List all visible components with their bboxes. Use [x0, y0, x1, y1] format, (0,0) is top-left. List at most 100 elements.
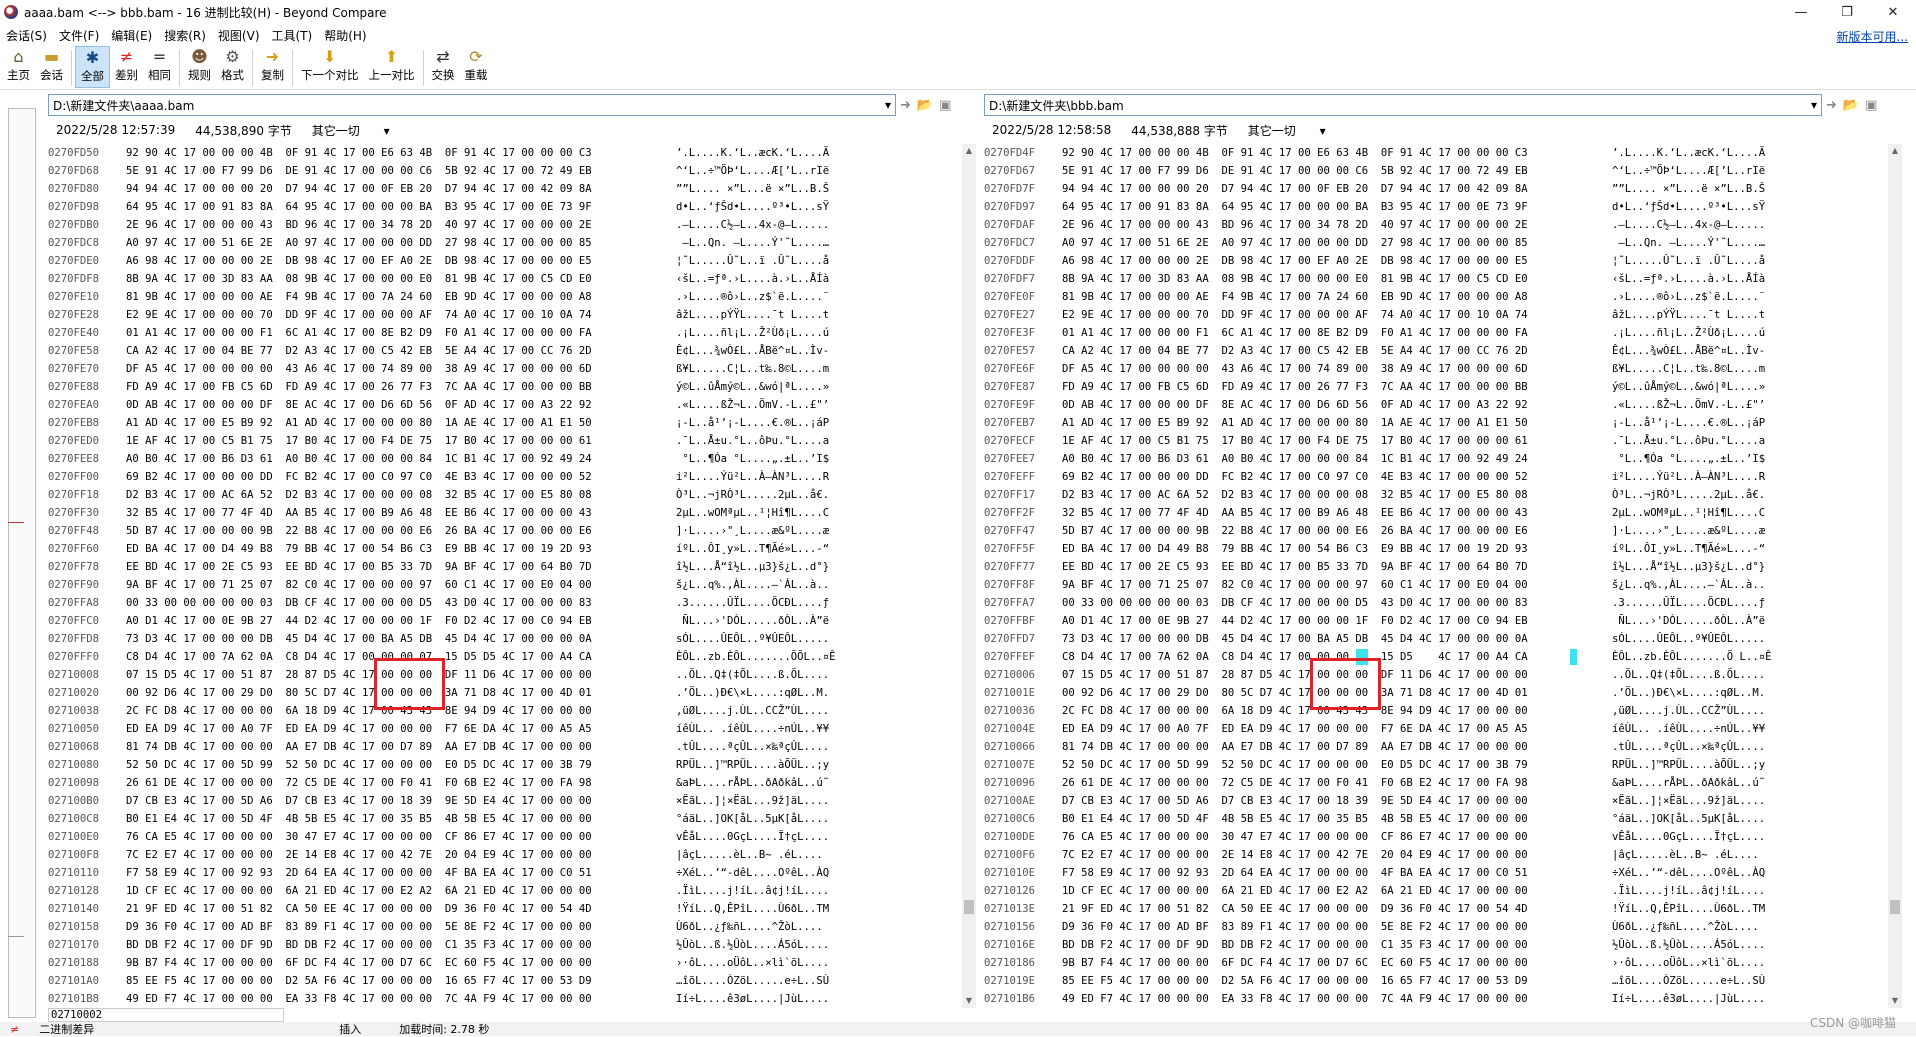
swap-button[interactable]: ⇄ 交换 — [427, 46, 460, 88]
row-ascii: °áäL..]OK[åL..5µK[åL.... — [676, 813, 830, 825]
row-ascii: sÓL....ÛEÔL..º¥ÛEÔL..... — [676, 633, 830, 645]
hex-row: 0270FE27 E2 9E 4C 17 00 00 00 70 DD 9F 4C… — [984, 306, 1888, 324]
row-hex-bytes: 32 B5 4C 17 00 77 4F 4D AA B5 4C 17 00 B… — [1062, 507, 1528, 519]
arrow-right-icon[interactable]: ➜ — [900, 98, 911, 113]
format-button[interactable]: ⚙ 格式 — [216, 46, 249, 88]
next-diff-button[interactable]: ⬇ 下一个对比 — [296, 46, 364, 88]
row-ascii: d•L..‘ƒŠd•L....º³•L...sŸ — [676, 201, 830, 213]
menu-file[interactable]: 文件(F) — [53, 27, 105, 44]
home-button[interactable]: ⌂ 主页 — [2, 46, 35, 88]
hex-row: 0270FEB8 A1 AD 4C 17 00 E5 B9 92 A1 AD 4C… — [48, 414, 962, 432]
close-button[interactable]: ✕ — [1870, 0, 1916, 24]
row-hex-bytes: 94 94 4C 17 00 00 00 20 D7 94 4C 17 00 0… — [126, 183, 592, 195]
folder-open-icon[interactable]: 📂 — [1843, 98, 1859, 113]
reload-button[interactable]: ⟳ 重载 — [460, 46, 493, 88]
right-hex-view[interactable]: 0270FD4F 92 90 4C 17 00 00 00 4B 0F 91 4C… — [984, 144, 1888, 1008]
menu-session[interactable]: 会话(S) — [0, 27, 53, 44]
scroll-down-icon[interactable]: ▼ — [1888, 994, 1902, 1008]
row-hex-bytes: 9A BF 4C 17 00 71 25 07 82 C0 4C 17 00 0… — [126, 579, 592, 591]
overview-bar[interactable] — [8, 108, 36, 1018]
row-offset: 0270FDC7 — [984, 237, 1036, 249]
row-hex-bytes: CA A2 4C 17 00 04 BE 77 D2 A3 4C 17 00 C… — [126, 345, 592, 357]
row-hex-bytes: D7 CB E3 4C 17 00 5D A6 D7 CB E3 4C 17 0… — [1062, 795, 1528, 807]
row-ascii: î½L...Å“î½L..µ3}š¿L..d°} — [1612, 561, 1766, 573]
diff-overview-strip[interactable] — [0, 90, 48, 1020]
hex-row: 0270FDF8 8B 9A 4C 17 00 3D 83 AA 08 9B 4C… — [48, 270, 962, 288]
save-icon[interactable]: ▣ — [1865, 98, 1877, 113]
row-offset: 0270FE27 — [984, 309, 1036, 321]
row-ascii: ..ÕL..Q‡(‡ÕL....ß.ÖL.... — [676, 669, 830, 681]
left-path-input[interactable]: D:\新建文件夹\aaaa.bam ▾ — [48, 94, 896, 116]
right-vertical-scrollbar[interactable]: ▲ ▼ — [1888, 144, 1902, 1008]
row-hex-bytes: A0 97 4C 17 00 51 6E 2E A0 97 4C 17 00 0… — [126, 237, 592, 249]
row-ascii: Ií÷L....ê3øL....|JùL.... — [1612, 993, 1766, 1005]
diff-marker — [8, 522, 24, 523]
row-offset: 0270FDB0 — [48, 219, 100, 231]
copy-button[interactable]: ➜ 复制 — [256, 46, 289, 88]
row-offset: 0270FF5F — [984, 543, 1036, 555]
save-icon[interactable]: ▣ — [939, 98, 951, 113]
row-hex-bytes: 7C E2 E7 4C 17 00 00 00 2E 14 E8 4C 17 0… — [126, 849, 592, 861]
row-hex-bytes: 64 95 4C 17 00 91 83 8A 64 95 4C 17 00 0… — [1062, 201, 1528, 213]
row-hex-bytes: D7 CB E3 4C 17 00 5D A6 D7 CB E3 4C 17 0… — [126, 795, 592, 807]
diff-button[interactable]: ≠ 差别 — [110, 46, 143, 88]
scroll-thumb[interactable] — [1890, 900, 1900, 914]
session-button[interactable]: ▬ 会话 — [35, 46, 68, 88]
prev-diff-button[interactable]: ⬆ 上一对比 — [364, 46, 420, 88]
row-offset: 0271010E — [984, 867, 1036, 879]
row-hex-bytes: 76 CA E5 4C 17 00 00 00 30 47 E7 4C 17 0… — [126, 831, 592, 843]
hex-row: 02710038 2C FC D8 4C 17 00 00 00 6A 18 D9… — [48, 702, 962, 720]
row-offset: 0270FDE0 — [48, 255, 100, 267]
row-ascii: |âçL.....èL..B~ .éL.... — [1612, 849, 1759, 861]
row-offset: 0270FEB8 — [48, 417, 100, 429]
maximize-button[interactable]: ❐ — [1824, 0, 1870, 24]
rules-button[interactable]: ☻ 规则 — [183, 46, 216, 88]
update-available-link[interactable]: 新版本可用... — [1837, 28, 1908, 45]
menu-search[interactable]: 搜索(R) — [158, 27, 212, 44]
row-hex-bytes: 85 EE F5 4C 17 00 00 00 D2 5A F6 4C 17 0… — [1062, 975, 1528, 987]
menu-view[interactable]: 视图(V) — [212, 27, 266, 44]
row-ascii: î½L...Å“î½L..µ3}š¿L..d°} — [676, 561, 830, 573]
minimize-button[interactable]: — — [1778, 0, 1824, 24]
scroll-up-icon[interactable]: ▲ — [962, 144, 976, 158]
all-button[interactable]: ✱ 全部 — [75, 46, 110, 88]
hex-row: 0270FE88 FD A9 4C 17 00 FB C5 6D FD A9 4C… — [48, 378, 962, 396]
row-offset: 027100B0 — [48, 795, 100, 807]
left-hex-view[interactable]: 0270FD50 92 90 4C 17 00 00 00 4B 0F 91 4C… — [48, 144, 962, 1008]
same-icon: = — [152, 47, 167, 66]
arrow-left-icon[interactable]: ➜ — [1826, 98, 1837, 113]
scroll-down-icon[interactable]: ▼ — [962, 994, 976, 1008]
right-other-dropdown[interactable]: 其它一切 ▾ — [1248, 122, 1326, 139]
left-other-dropdown[interactable]: 其它一切 ▾ — [312, 122, 390, 139]
rules-icon: ☻ — [191, 47, 208, 66]
row-ascii: .3......ÛÏL....ÕCÐL....ƒ — [676, 597, 830, 609]
row-ascii: Ê¢L...¾wÒ£L..ÅBë^¤L..Ìv- — [676, 345, 830, 357]
row-ascii: ^‘L..÷™ÖÞ‘L....Æ[’L..rIë — [676, 165, 830, 177]
hex-row: 0270FFA7 00 33 00 00 00 00 00 03 DB CF 4C… — [984, 594, 1888, 612]
row-ascii: ÷XéL..’“-dêL....OºêL..ÀQ — [1612, 867, 1766, 879]
dropdown-arrow-icon[interactable]: ▾ — [885, 98, 891, 112]
hex-row: 0270FEFF 69 B2 4C 17 00 00 00 DD FC B2 4C… — [984, 468, 1888, 486]
row-hex-bytes: 9B B7 F4 4C 17 00 00 00 6F DC F4 4C 17 0… — [1062, 957, 1528, 969]
hex-row: 02710158 D9 36 F0 4C 17 00 AD BF 83 89 F1… — [48, 918, 962, 936]
folder-open-icon[interactable]: 📂 — [917, 98, 933, 113]
row-ascii: ..ÕL..Q‡(‡ÕL....ß.ÖL.... — [1612, 669, 1766, 681]
dropdown-arrow-icon[interactable]: ▾ — [1811, 98, 1817, 112]
row-hex-bytes: 52 50 DC 4C 17 00 5D 99 52 50 DC 4C 17 0… — [126, 759, 592, 771]
menu-edit[interactable]: 编辑(E) — [105, 27, 158, 44]
scroll-thumb[interactable] — [964, 900, 974, 914]
row-offset: 0270FD4F — [984, 147, 1036, 159]
scroll-up-icon[interactable]: ▲ — [1888, 144, 1902, 158]
right-path-input[interactable]: D:\新建文件夹\bbb.bam ▾ — [984, 94, 1822, 116]
row-hex-bytes: A1 AD 4C 17 00 E5 B9 92 A1 AD 4C 17 00 0… — [1062, 417, 1528, 429]
watermark: CSDN @咖啡猫 — [1809, 1016, 1896, 1030]
menu-help[interactable]: 帮助(H) — [318, 27, 372, 44]
row-offset: 0270FEB7 — [984, 417, 1036, 429]
left-vertical-scrollbar[interactable]: ▲ ▼ — [962, 144, 976, 1008]
row-offset: 02710068 — [48, 741, 100, 753]
left-path-text: D:\新建文件夹\aaaa.bam — [53, 98, 195, 113]
menu-tools[interactable]: 工具(T) — [266, 27, 319, 44]
same-button[interactable]: = 相同 — [143, 46, 176, 88]
offset-field[interactable]: 02710002 — [48, 1008, 284, 1022]
row-offset: 0270FF60 — [48, 543, 100, 555]
